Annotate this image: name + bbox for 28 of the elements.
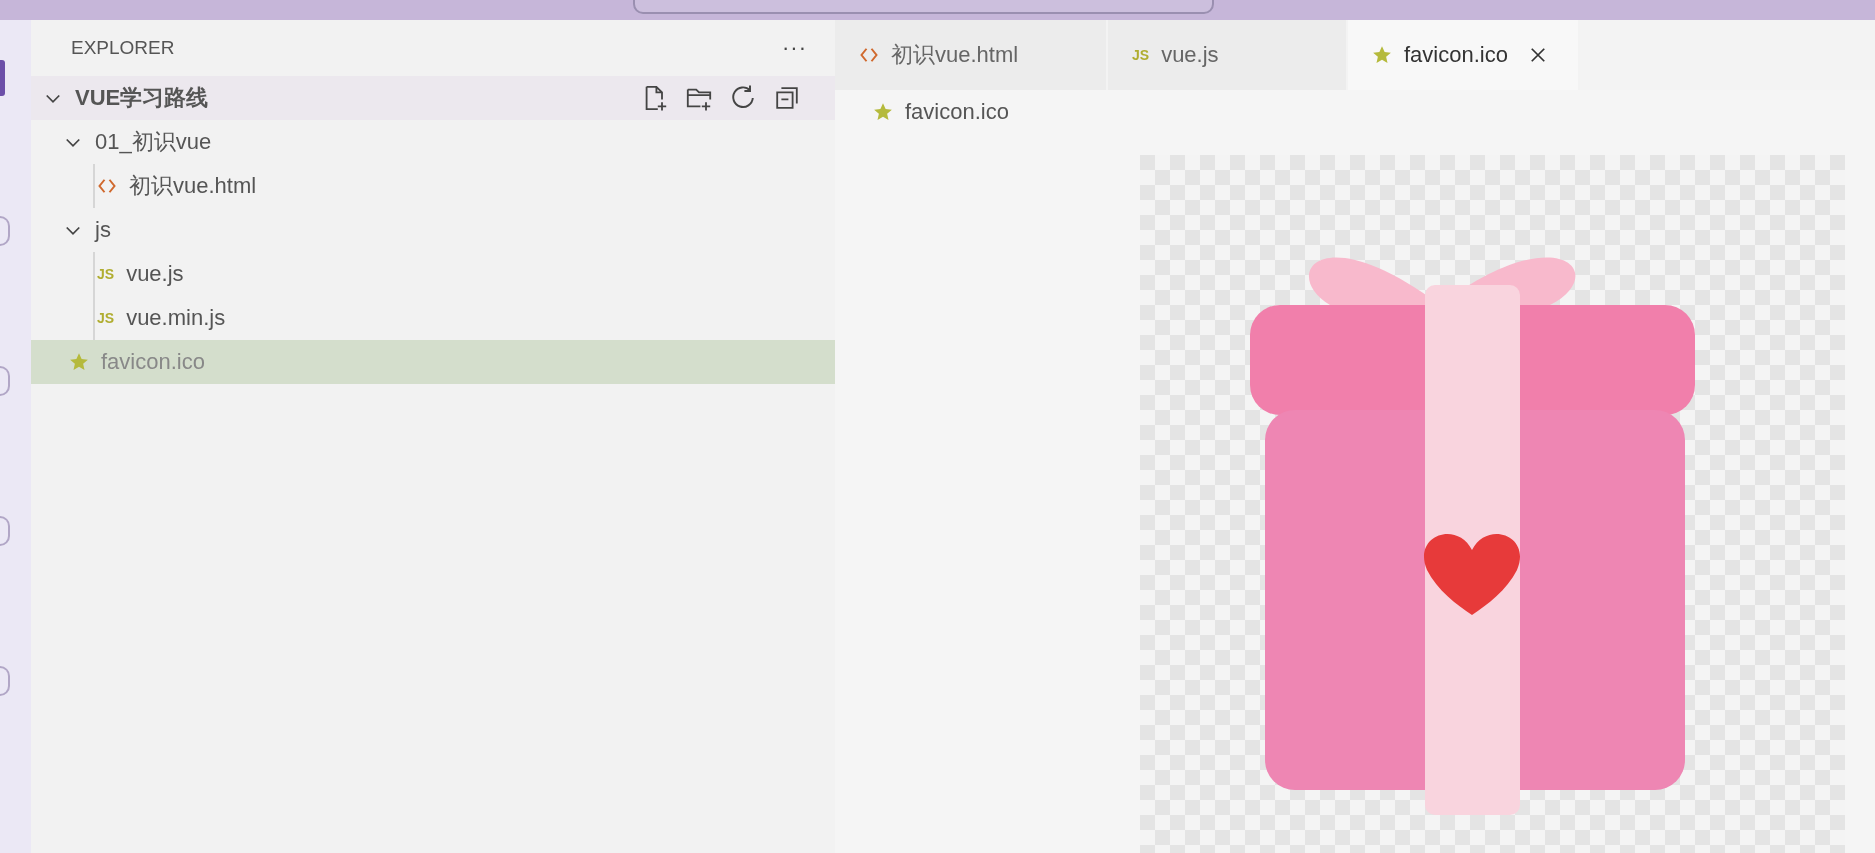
workspace-name: VUE学习路线 (75, 84, 209, 112)
js-file-icon: JS (97, 308, 115, 328)
folder-name: 01_初识vue (95, 128, 212, 156)
star-icon (1372, 45, 1392, 65)
star-icon (873, 102, 893, 122)
more-actions-button[interactable]: ··· (782, 35, 807, 61)
panel-title: EXPLORER (71, 37, 175, 59)
root-folder-row[interactable]: VUE学习路线 (31, 76, 835, 120)
js-file-icon: JS (1132, 45, 1150, 65)
star-icon (69, 352, 89, 372)
file-name: 初识vue.html (129, 172, 257, 200)
code-brackets-icon (859, 45, 879, 65)
file-row[interactable]: JS vue.js (31, 252, 835, 296)
code-brackets-icon (97, 176, 117, 196)
file-name: favicon.ico (101, 349, 205, 375)
editor-tab[interactable]: 初识vue.html (835, 20, 1106, 90)
folder-name: js (95, 217, 111, 243)
editor-tab[interactable]: favicon.ico (1348, 20, 1578, 90)
folder-row[interactable]: 01_初识vue (31, 120, 835, 164)
file-row[interactable]: 初识vue.html (31, 164, 835, 208)
js-file-icon: JS (97, 264, 115, 284)
collapse-all-icon[interactable] (773, 84, 801, 112)
breadcrumb-item[interactable]: favicon.ico (905, 99, 1009, 125)
file-name: vue.js (126, 261, 184, 287)
file-name: vue.min.js (126, 305, 226, 331)
active-indicator (0, 60, 5, 96)
folder-row[interactable]: js (31, 208, 835, 252)
editor-tab[interactable]: JS vue.js (1108, 20, 1346, 90)
